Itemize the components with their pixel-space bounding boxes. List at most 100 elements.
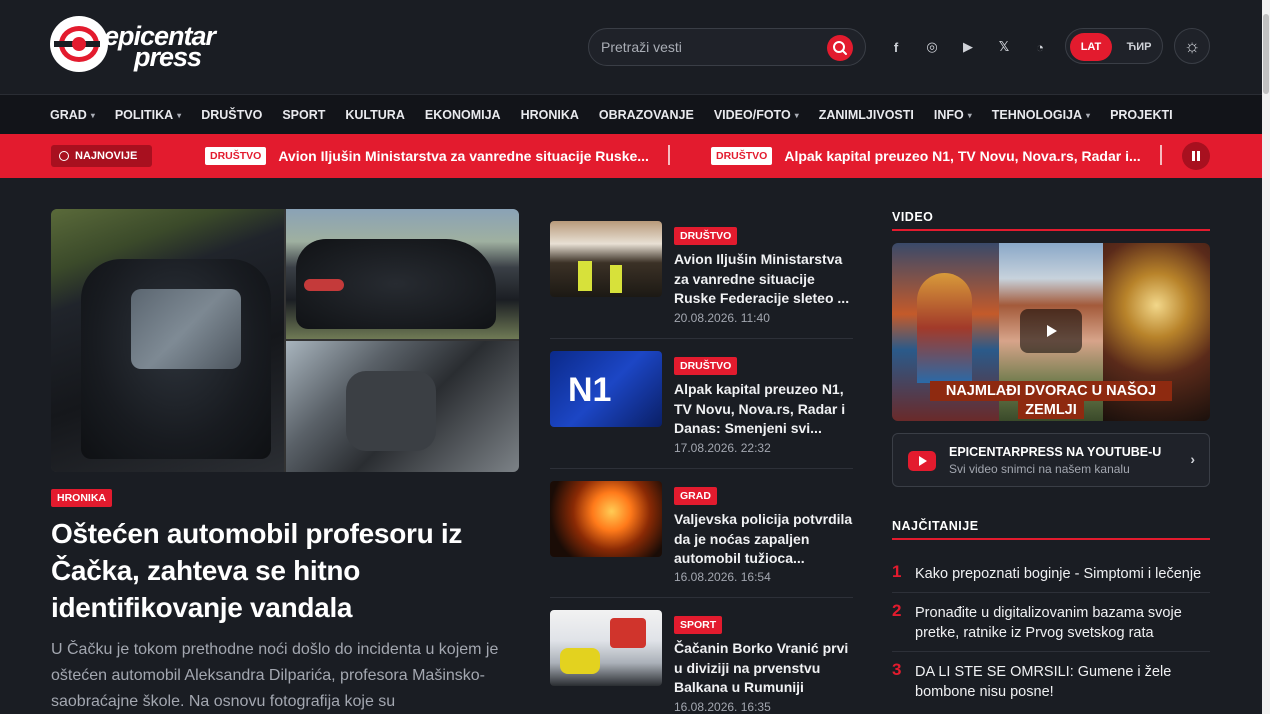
lang-cyrillic-button[interactable]: ЋИР (1118, 33, 1160, 61)
chevron-down-icon: ▾ (1086, 110, 1091, 120)
chevron-down-icon: ▾ (90, 110, 95, 120)
search-button[interactable] (827, 35, 853, 61)
nav-item-ekonomija[interactable]: EKONOMIJA (425, 95, 501, 135)
hero-lead: U Čačku je tokom prethodne noći došlo do… (51, 641, 499, 710)
latest-label: NAJNOVIJE (75, 150, 138, 162)
news-title[interactable]: Alpak kapital preuzeo N1, TV Novu, Nova.… (674, 380, 854, 439)
divider (892, 592, 1210, 593)
nav-item-politika[interactable]: POLITIKA ▾ (115, 95, 181, 135)
search-box (588, 28, 866, 66)
news-title[interactable]: Avion Iljušin Ministarstva za vanredne s… (674, 250, 854, 309)
search-icon (833, 41, 847, 55)
sun-icon: ☼ (1183, 36, 1201, 56)
popular-rank: 3 (892, 660, 902, 679)
instagram-icon[interactable]: ◎ (914, 34, 950, 60)
news-ticker: NAJNOVIJE DRUŠTVO Avion Iljušin Ministar… (0, 134, 1262, 178)
popular-title[interactable]: Pronađite u digitalizovanim bazama svoje… (915, 603, 1210, 643)
popular-title[interactable]: DA LI STE SE OMRSILI: Gumene i žele bomb… (915, 662, 1210, 702)
popular-section-title: NAJČITANIJE (892, 519, 979, 533)
nav-item-hronika[interactable]: HRONIKA (521, 95, 579, 135)
nav-item-label: VIDEO/FOTO (713, 108, 791, 122)
ticker-pause-button[interactable] (1182, 142, 1210, 170)
nav-item-video-foto[interactable]: VIDEO/FOTO ▾ (714, 95, 799, 135)
news-thumbnail[interactable] (550, 221, 662, 297)
hero-category-tag[interactable]: HRONIKA (51, 489, 112, 507)
news-thumbnail[interactable]: N1 (550, 351, 662, 427)
site-header: epicentar press f ◎ ▶ 𝕏 ◔ LAT ЋИР ☼ (0, 0, 1262, 94)
nav-item-label: PROJEKTI (1110, 108, 1173, 122)
divider (550, 468, 853, 469)
ticker-tag: DRUŠTVO (205, 147, 267, 165)
news-thumbnail[interactable] (550, 610, 662, 686)
nav-item-label: HRONIKA (520, 108, 579, 122)
chevron-down-icon: ▾ (967, 110, 972, 120)
youtube-icon[interactable]: ▶ (950, 34, 986, 60)
news-category-tag[interactable]: DRUŠTVO (674, 227, 738, 245)
nav-item-label: KULTURA (345, 108, 405, 122)
rss-icon[interactable]: ◔ (1022, 34, 1058, 60)
chevron-down-icon: ▾ (794, 110, 799, 120)
hero-image[interactable] (51, 209, 519, 472)
social-links: f ◎ ▶ 𝕏 ◔ (878, 34, 1058, 60)
news-thumbnail[interactable] (550, 481, 662, 557)
nav-item-obrazovanje[interactable]: OBRAZOVANJE (599, 95, 694, 135)
ticker-title: Avion Iljušin Ministarstva za vanredne s… (278, 148, 649, 164)
nav-item-label: ZANIMLJIVOSTI (818, 108, 914, 122)
latest-badge: NAJNOVIJE (51, 145, 152, 167)
facebook-icon[interactable]: f (878, 34, 914, 60)
nav-item-društvo[interactable]: DRUŠTVO (201, 95, 262, 135)
nav-item-tehnologija[interactable]: TEHNOLOGIJA ▾ (992, 95, 1090, 135)
youtube-channel-card[interactable]: EPICENTARPRESS NA YOUTUBE-U Svi video sn… (892, 433, 1210, 487)
nav-item-label: EKONOMIJA (424, 108, 501, 122)
news-date: 17.08.2026. 22:32 (674, 441, 771, 455)
news-title[interactable]: Čačanin Borko Vranić prvi u diviziji na … (674, 639, 854, 698)
ticker-item[interactable]: DRUŠTVO Alpak kapital preuzeo N1, TV Nov… (711, 145, 1141, 167)
ticker-separator (668, 145, 670, 165)
play-icon[interactable] (1020, 309, 1082, 353)
ticker-item[interactable]: DRUŠTVO Avion Iljušin Ministarstva za va… (205, 145, 649, 167)
nav-item-label: INFO (933, 108, 964, 122)
news-date: 16.08.2026. 16:35 (674, 700, 771, 714)
video-caption-line1: NAJMLAĐI DVORAC U NAŠOJ (930, 381, 1172, 401)
video-caption-line2: ZEMLJI (1018, 401, 1084, 419)
nav-item-info[interactable]: INFO ▾ (934, 95, 972, 135)
nav-item-projekti[interactable]: PROJEKTI (1110, 95, 1173, 135)
nav-item-zanimljivosti[interactable]: ZANIMLJIVOSTI (819, 95, 914, 135)
nav-item-label: GRAD (50, 108, 87, 122)
lang-latin-button[interactable]: LAT (1070, 33, 1112, 61)
nav-item-kultura[interactable]: KULTURA (345, 95, 404, 135)
x-icon[interactable]: 𝕏 (986, 34, 1022, 60)
news-date: 16.08.2026. 16:54 (674, 570, 771, 584)
nav-item-grad[interactable]: GRAD ▾ (50, 95, 95, 135)
search-input[interactable] (601, 37, 821, 57)
news-title[interactable]: Valjevska policija potvrdila da je noćas… (674, 510, 854, 569)
section-underline (892, 229, 1210, 231)
popular-rank: 1 (892, 562, 902, 581)
news-category-tag[interactable]: SPORT (674, 616, 723, 634)
logo-mark-icon (50, 16, 108, 72)
ticker-separator (1160, 145, 1162, 165)
scrollbar-thumb[interactable] (1263, 14, 1269, 94)
chevron-down-icon: ▾ (177, 110, 182, 120)
site-logo[interactable]: epicentar press (50, 16, 230, 72)
section-underline (892, 538, 1210, 540)
hero-title[interactable]: Oštećen automobil profesoru iz Čačka, za… (51, 515, 521, 626)
language-switcher: LAT ЋИР (1065, 28, 1163, 64)
clock-icon (59, 151, 69, 161)
popular-title[interactable]: Kako prepoznati boginje - Simptomi i leč… (915, 564, 1210, 584)
video-section-title: VIDEO (892, 210, 934, 224)
youtube-card-subtitle: Svi video snimci na našem kanalu (949, 462, 1130, 476)
nav-item-label: OBRAZOVANJE (598, 108, 694, 122)
page-scrollbar[interactable] (1262, 0, 1270, 714)
nav-item-label: DRUŠTVO (201, 108, 263, 122)
youtube-card-title: EPICENTARPRESS NA YOUTUBE-U (949, 445, 1162, 459)
chevron-right-icon: › (1190, 451, 1195, 467)
theme-toggle-button[interactable]: ☼ (1174, 28, 1210, 64)
ticker-title: Alpak kapital preuzeo N1, TV Novu, Nova.… (784, 148, 1141, 164)
news-category-tag[interactable]: DRUŠTVO (674, 357, 738, 375)
divider (892, 651, 1210, 652)
nav-item-label: TEHNOLOGIJA (991, 108, 1083, 122)
popular-rank: 2 (892, 601, 902, 620)
nav-item-sport[interactable]: SPORT (282, 95, 325, 135)
news-category-tag[interactable]: GRAD (674, 487, 717, 505)
